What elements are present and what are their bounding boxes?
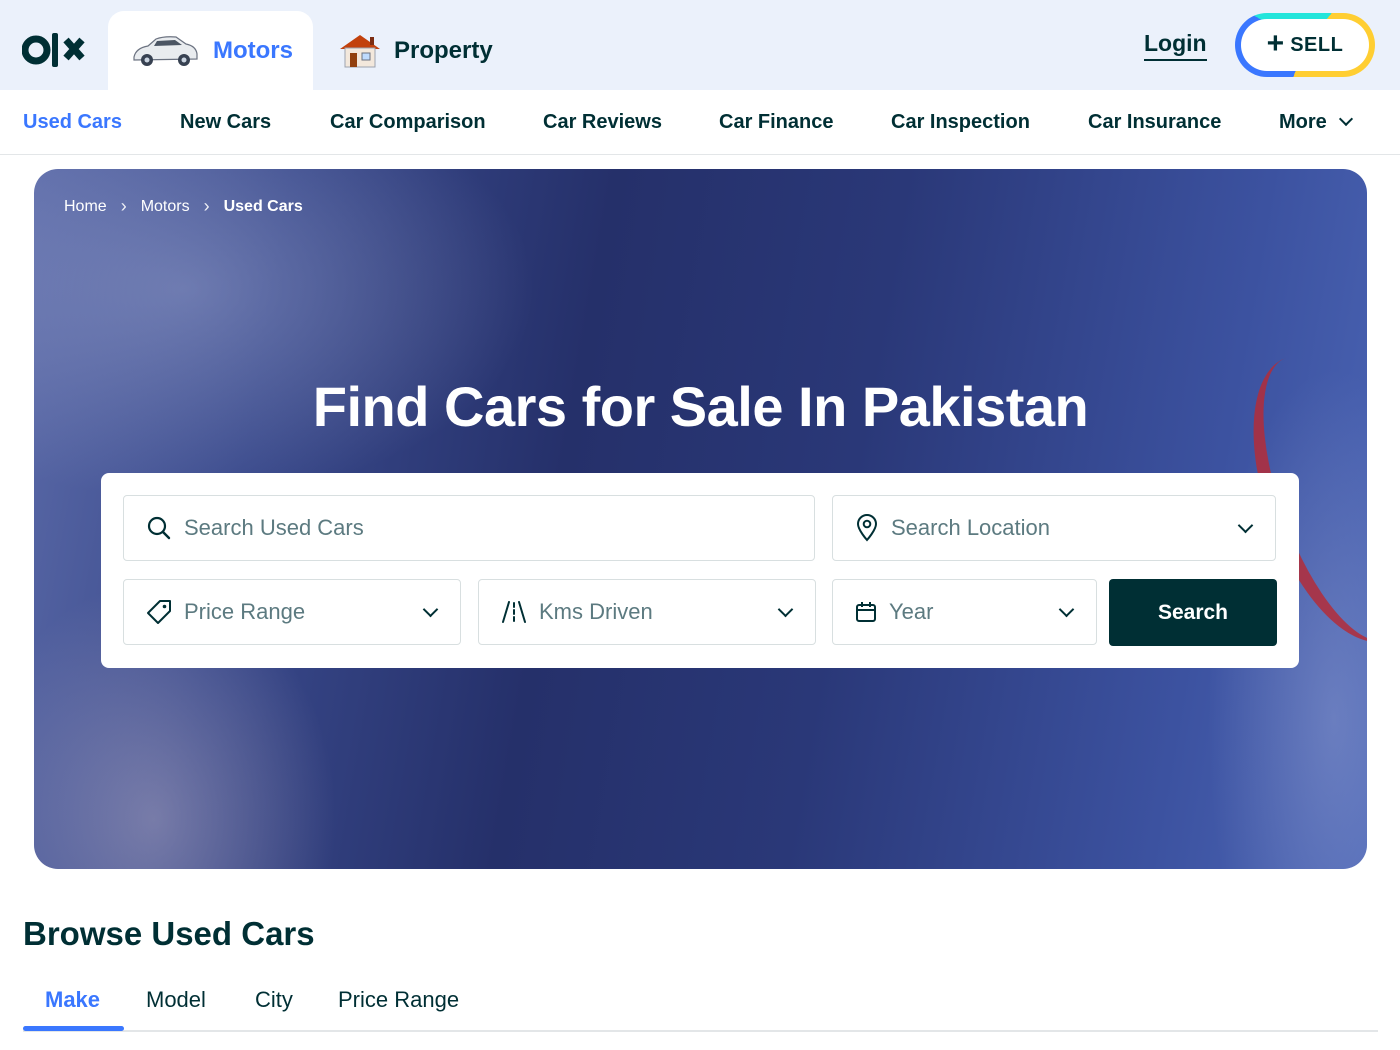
login-link[interactable]: Login: [1144, 30, 1207, 61]
year-placeholder: Year: [889, 599, 934, 624]
tab-property[interactable]: Property: [336, 11, 516, 90]
tab-price-range[interactable]: Price Range: [338, 987, 459, 1013]
breadcrumb-used-cars: Used Cars: [223, 197, 303, 215]
chevron-down-icon: [1338, 111, 1353, 127]
calendar-icon: [855, 601, 877, 623]
kms-driven-placeholder: Kms Driven: [539, 599, 653, 624]
olx-logo[interactable]: [21, 30, 88, 70]
year-select[interactable]: Year: [832, 579, 1097, 645]
page-title: Find Cars for Sale In Pakistan: [312, 375, 1089, 438]
car-icon: [130, 33, 200, 74]
search-button[interactable]: Search: [1109, 579, 1277, 646]
search-input[interactable]: Search Used Cars: [123, 495, 815, 561]
tab-city[interactable]: City: [255, 987, 293, 1013]
search-card: Search Used Cars Search Location Price R…: [101, 473, 1299, 668]
tab-model[interactable]: Model: [146, 987, 206, 1013]
chevron-right-icon: ›: [120, 196, 127, 216]
breadcrumb: Home › Motors › Used Cars: [64, 196, 303, 217]
chevron-down-icon: [1058, 601, 1075, 618]
search-placeholder: Search Used Cars: [184, 515, 364, 540]
location-select[interactable]: Search Location: [832, 495, 1276, 561]
chevron-right-icon: ›: [203, 196, 210, 216]
tab-property-label: Property: [394, 37, 493, 64]
subnav-item-car-comparison[interactable]: Car Comparison: [330, 111, 486, 134]
subnav-item-more[interactable]: More: [1279, 111, 1353, 134]
sub-navigation: Used Cars New Cars Car Comparison Car Re…: [0, 90, 1400, 155]
active-tab-indicator: [23, 1026, 124, 1031]
chevron-down-icon: [422, 601, 439, 618]
kms-driven-select[interactable]: Kms Driven: [478, 579, 816, 645]
plus-icon: +: [1266, 26, 1285, 60]
subnav-item-used-cars[interactable]: Used Cars: [23, 111, 122, 134]
location-pin-icon: [855, 514, 879, 542]
top-header: Motors Property Login + SELL: [0, 0, 1400, 90]
chevron-down-icon: [777, 601, 794, 618]
road-icon: [501, 600, 527, 624]
browse-tabs: Make Model City Price Range: [23, 975, 1378, 1032]
location-placeholder: Search Location: [891, 515, 1050, 540]
sell-label: SELL: [1290, 33, 1344, 56]
subnav-item-car-finance[interactable]: Car Finance: [719, 111, 833, 134]
price-tag-icon: [146, 599, 172, 625]
breadcrumb-motors[interactable]: Motors: [141, 198, 190, 216]
tab-motors-label: Motors: [213, 37, 293, 64]
tab-make[interactable]: Make: [45, 987, 100, 1013]
price-range-placeholder: Price Range: [184, 599, 306, 624]
more-label: More: [1279, 111, 1327, 133]
house-icon: [336, 31, 384, 76]
breadcrumb-home[interactable]: Home: [64, 198, 107, 216]
subnav-item-new-cars[interactable]: New Cars: [180, 111, 271, 134]
search-icon: [146, 515, 172, 541]
chevron-down-icon: [1237, 517, 1254, 534]
subnav-item-car-insurance[interactable]: Car Insurance: [1088, 111, 1221, 134]
tab-motors[interactable]: Motors: [108, 11, 313, 90]
browse-section-title: Browse Used Cars: [23, 915, 315, 952]
price-range-select[interactable]: Price Range: [123, 579, 461, 645]
subnav-item-car-reviews[interactable]: Car Reviews: [543, 111, 662, 134]
subnav-item-car-inspection[interactable]: Car Inspection: [891, 111, 1030, 134]
sell-button-inner: + SELL: [1241, 19, 1369, 71]
sell-button[interactable]: + SELL: [1235, 13, 1375, 77]
